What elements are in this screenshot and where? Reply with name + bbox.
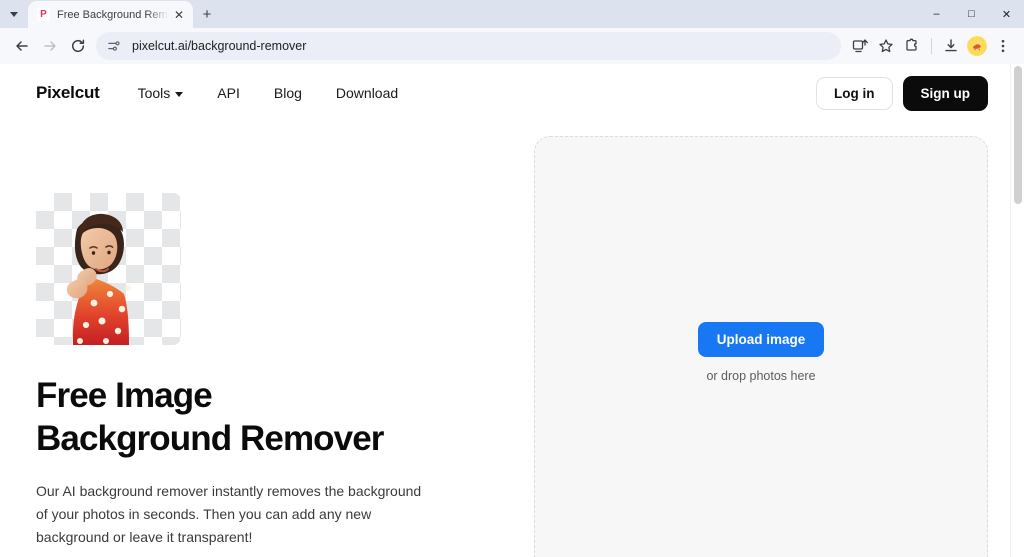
sign-up-button[interactable]: Sign up [902, 75, 988, 111]
minimize-icon[interactable]: – [919, 0, 954, 28]
upload-column: Upload image or drop photos here [498, 136, 988, 557]
brand-logo[interactable]: Pixelcut [36, 83, 100, 103]
close-window-icon[interactable]: ✕ [989, 0, 1024, 28]
tab-search-button[interactable] [0, 0, 28, 28]
nav-item-api[interactable]: API [217, 85, 240, 101]
main-nav: Tools API Blog Download [138, 85, 399, 101]
maximize-icon[interactable]: □ [954, 0, 989, 28]
log-in-button[interactable]: Log in [816, 76, 893, 110]
nav-label: API [217, 85, 240, 101]
close-icon[interactable]: ✕ [171, 7, 187, 23]
star-icon[interactable] [873, 33, 899, 59]
reload-icon[interactable] [64, 32, 92, 60]
download-icon[interactable] [938, 33, 964, 59]
page-viewport: Pixelcut Tools API Blog Download Log in [0, 64, 1024, 557]
nav-label: Blog [273, 85, 302, 101]
url-text: pixelcut.ai/background-remover [132, 39, 307, 53]
tab-title: Free Background Remover: Rem [57, 8, 171, 21]
chevron-down-icon [10, 11, 18, 17]
nav-item-download[interactable]: Download [336, 85, 398, 101]
headline-line-2: Background Remover [36, 418, 384, 458]
hero-section: Free Image Background Remover Our AI bac… [0, 122, 1024, 557]
install-app-icon[interactable] [847, 33, 873, 59]
profile-avatar-icon[interactable] [964, 33, 990, 59]
three-dot-menu-icon[interactable] [990, 33, 1016, 59]
avatar [967, 36, 987, 56]
cutout-preview-image [36, 193, 181, 345]
tab-strip: P Free Background Remover: Rem ✕ + – □ ✕ [0, 0, 1024, 28]
upload-image-button[interactable]: Upload image [697, 322, 825, 357]
auth-buttons: Log in Sign up [816, 75, 988, 111]
drop-hint-text: or drop photos here [706, 369, 816, 383]
portrait-illustration [66, 213, 131, 345]
image-dropzone[interactable]: Upload image or drop photos here [534, 136, 988, 557]
forward-icon[interactable] [36, 32, 64, 60]
hero-description: Our AI background remover instantly remo… [36, 483, 422, 545]
page-title: Free Image Background Remover [36, 375, 498, 460]
puzzle-icon[interactable] [899, 33, 925, 59]
tune-sliders-icon[interactable] [106, 38, 122, 54]
nav-item-tools[interactable]: Tools [138, 85, 184, 101]
headline-line-1: Free Image [36, 376, 213, 415]
browser-toolbar: pixelcut.ai/background-remover [0, 28, 1024, 64]
nav-label: Download [335, 85, 399, 101]
hero-text-column: Free Image Background Remover Our AI bac… [36, 136, 498, 557]
page-scrollbar[interactable] [1010, 64, 1024, 557]
new-tab-button[interactable]: + [193, 0, 221, 28]
scrollbar-thumb[interactable] [1014, 66, 1022, 204]
nav-label: Tools [137, 85, 171, 101]
chevron-down-icon [175, 91, 184, 97]
window-controls: – □ ✕ [919, 0, 1024, 28]
site-header: Pixelcut Tools API Blog Download Log in [0, 64, 1024, 122]
browser-window: P Free Background Remover: Rem ✕ + – □ ✕ [0, 0, 1024, 557]
address-bar[interactable]: pixelcut.ai/background-remover [96, 32, 841, 60]
nav-item-blog[interactable]: Blog [274, 85, 302, 101]
back-icon[interactable] [8, 32, 36, 60]
pixelcut-favicon: P [37, 8, 50, 21]
browser-tab[interactable]: P Free Background Remover: Rem ✕ [28, 1, 193, 28]
toolbar-divider [931, 38, 932, 54]
